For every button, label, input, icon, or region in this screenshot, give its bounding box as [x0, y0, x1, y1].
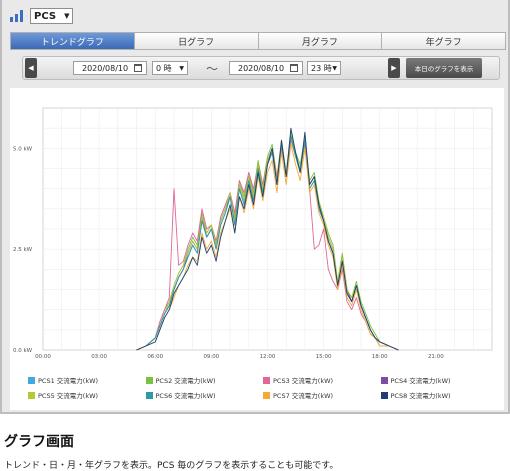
start-hour-value: 0 時 — [156, 63, 172, 73]
caption-text: トレンド・日・月・年グラフを表示。PCS 毎のグラフを表示することも可能です。 — [4, 461, 339, 471]
legend-item-pcs6[interactable]: PCS6 交流電力(kW) — [145, 390, 264, 400]
device-select-value: PCS — [34, 10, 57, 22]
legend-swatch — [263, 376, 270, 384]
next-period-button[interactable]: ▶ — [388, 58, 400, 78]
end-date-field[interactable]: 2020/08/10 — [229, 61, 303, 75]
legend-label: PCS7 交流電力(kW) — [273, 392, 334, 400]
legend-label: PCS3 交流電力(kW) — [273, 377, 334, 385]
y-tick-label: 0.0 kW — [13, 348, 33, 354]
calendar-icon[interactable] — [290, 64, 298, 72]
end-date-value: 2020/08/10 — [238, 63, 285, 73]
header-bar: PCS ▼ — [10, 7, 74, 25]
calendar-icon[interactable] — [134, 64, 142, 72]
legend-item-pcs5[interactable]: PCS5 交流電力(kW) — [28, 390, 146, 400]
device-select[interactable]: PCS ▼ — [30, 8, 74, 24]
start-date-field[interactable]: 2020/08/10 — [73, 61, 147, 75]
chevron-down-icon: ▼ — [64, 12, 70, 20]
x-tick-label: 21:00 — [428, 354, 444, 360]
legend-label: PCS5 交流電力(kW) — [38, 392, 99, 400]
legend-swatch — [145, 376, 153, 384]
chevron-down-icon: ▼ — [332, 64, 337, 72]
x-tick-label: 18:00 — [372, 354, 388, 360]
legend-swatch — [380, 376, 388, 384]
chevron-right-icon: ▶ — [391, 64, 397, 72]
chevron-left-icon: ◀ — [28, 64, 34, 72]
x-tick-label: 00:00 — [35, 354, 51, 360]
start-date-value: 2020/08/10 — [82, 63, 129, 73]
tab-yearly[interactable]: 年グラフ — [382, 33, 505, 49]
legend-swatch — [28, 391, 35, 399]
tab-trend[interactable]: トレンドグラフ — [11, 33, 135, 49]
chevron-down-icon: ▼ — [179, 64, 184, 72]
legend-item-pcs7[interactable]: PCS7 交流電力(kW) — [263, 390, 381, 400]
legend-item-pcs4[interactable]: PCS4 交流電力(kW) — [380, 375, 499, 385]
chart-svg: 0.0 kW 2.5 kW 5.0 kW 00:00 03:00 06:00 09:00 12… — [13, 107, 493, 360]
x-tick-label: 12:00 — [260, 354, 276, 360]
legend-label: PCS6 交流電力(kW) — [155, 392, 216, 400]
x-tick-label: 06:00 — [147, 354, 163, 360]
legend-label: PCS8 交流電力(kW) — [390, 392, 451, 400]
tab-daily[interactable]: 日グラフ — [134, 33, 259, 49]
chart-legend: PCS1 交流電力(kW) PCS2 交流電力(kW) PCS3 交流電力(kW) P… — [28, 375, 498, 400]
legend-label: PCS2 交流電力(kW) — [155, 377, 216, 385]
y-tick-label: 2.5 kW — [13, 247, 33, 253]
x-tick-label: 03:00 — [91, 354, 107, 360]
end-hour-value: 23 時 — [311, 63, 332, 73]
range-separator: 〜 — [206, 62, 219, 76]
start-hour-select[interactable]: 0 時 ▼ — [152, 61, 188, 75]
legend-swatch — [263, 391, 270, 399]
legend-item-pcs1[interactable]: PCS1 交流電力(kW) — [28, 375, 146, 385]
graph-tabs: トレンドグラフ 日グラフ 月グラフ 年グラフ — [10, 32, 506, 50]
tab-monthly[interactable]: 月グラフ — [258, 33, 383, 49]
bar-chart-icon — [10, 10, 24, 22]
caption-title: グラフ画面 — [4, 434, 74, 450]
app-window: PCS ▼ トレンドグラフ 日グラフ 月グラフ 年グラフ ◀ 2020/08/1… — [0, 0, 510, 414]
legend-swatch — [28, 376, 35, 384]
legend-item-pcs2[interactable]: PCS2 交流電力(kW) — [145, 375, 264, 385]
y-tick-label: 5.0 kW — [13, 146, 33, 152]
legend-swatch — [145, 391, 153, 399]
trend-chart: 0.0 kW 2.5 kW 5.0 kW 00:00 03:00 06:00 09:00 12… — [10, 88, 504, 410]
show-today-button[interactable]: 本日のグラフを表示 — [406, 58, 482, 78]
legend-label: PCS4 交流電力(kW) — [390, 377, 451, 385]
legend-label: PCS1 交流電力(kW) — [38, 377, 99, 385]
legend-item-pcs3[interactable]: PCS3 交流電力(kW) — [263, 375, 381, 385]
x-tick-label: 15:00 — [316, 354, 332, 360]
prev-period-button[interactable]: ◀ — [25, 58, 37, 78]
legend-item-pcs8[interactable]: PCS8 交流電力(kW) — [380, 390, 499, 400]
end-hour-select[interactable]: 23 時 ▼ — [307, 61, 341, 75]
legend-swatch — [380, 391, 388, 399]
date-range-bar: ◀ 2020/08/10 0 時 ▼ 〜 2020/08/10 23 時 ▼ ▶… — [22, 56, 500, 80]
x-tick-label: 09:00 — [203, 354, 219, 360]
